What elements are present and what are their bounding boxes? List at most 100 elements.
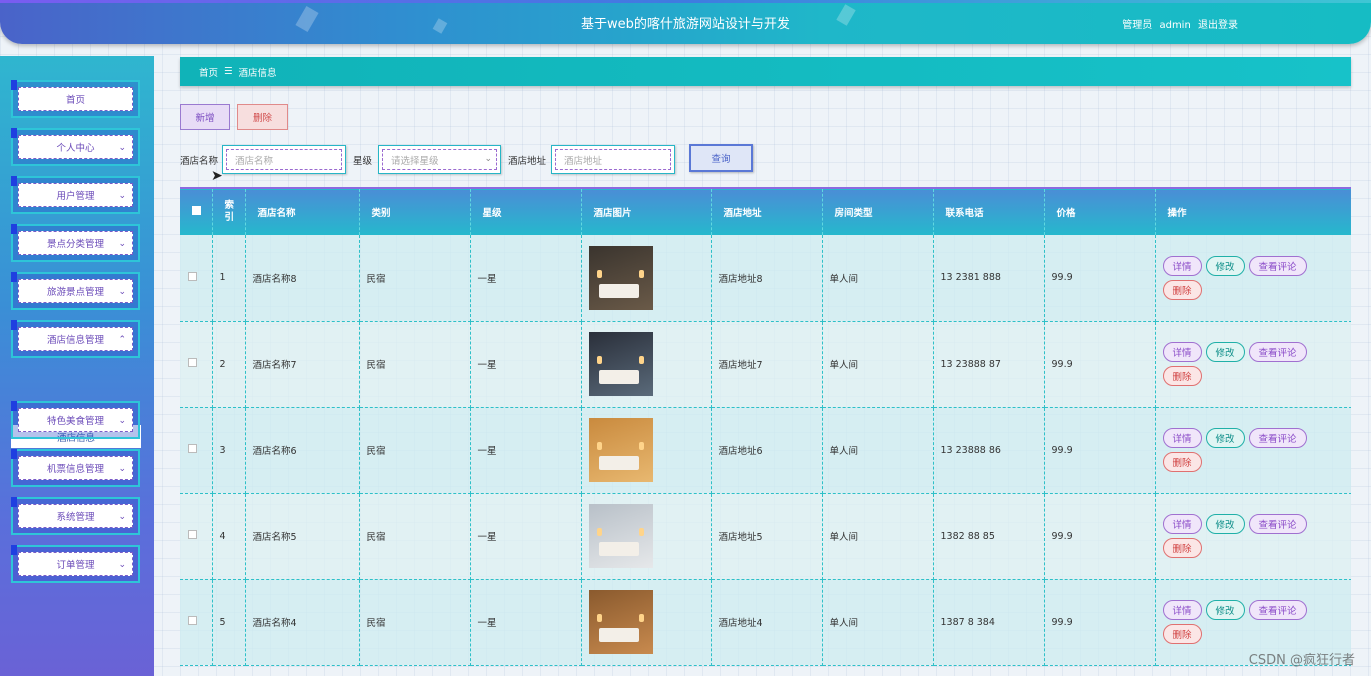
cell-price: 99.9 (1044, 493, 1156, 580)
chevron-down-icon: ⌄ (118, 191, 126, 201)
edit-button[interactable]: 修改 (1205, 514, 1245, 534)
detail-button[interactable]: 详情 (1162, 514, 1202, 534)
row-select[interactable] (180, 407, 213, 494)
table-header-row: 索引 酒店名称 类别 星级 酒店图片 酒店地址 房间类型 联系电话 价格 操作 (180, 188, 1351, 235)
sidebar-item-home[interactable]: 首页 (11, 80, 140, 118)
cell-category: 民宿 (359, 235, 471, 322)
detail-button[interactable]: 详情 (1162, 255, 1202, 276)
sidebar-item-orders[interactable]: 订单管理 ⌄ (11, 545, 140, 583)
view-reviews-button[interactable]: 查看评论 (1248, 600, 1307, 620)
chevron-down-icon: ⌄ (118, 143, 126, 153)
header-address: 酒店地址 (711, 188, 823, 235)
breadcrumb-home[interactable]: 首页 (199, 65, 218, 79)
hotel-name-input[interactable]: 酒店名称 (226, 149, 342, 170)
cell-actions: 详情 修改 查看评论 删除 (1155, 493, 1351, 580)
cell-name: 酒店名称5 (245, 493, 360, 580)
row-select[interactable] (180, 235, 213, 322)
sidebar-item-label: 用户管理 (56, 191, 95, 202)
view-reviews-button[interactable]: 查看评论 (1248, 428, 1307, 448)
role-label: 管理员 (1122, 20, 1153, 31)
header-star: 星级 (470, 188, 582, 235)
cell-image (581, 235, 712, 322)
sidebar-item-scenic-category[interactable]: 景点分类管理 ⌄ (11, 224, 140, 262)
hotel-address-field[interactable]: 酒店地址 (551, 145, 675, 174)
view-reviews-button[interactable]: 查看评论 (1248, 514, 1307, 534)
sidebar-item-hotels[interactable]: 酒店信息管理 ⌃ (11, 320, 140, 358)
cell-category: 民宿 (359, 407, 471, 494)
top-header: 基于web的喀什旅游网站设计与开发 管理员 admin 退出登录 (0, 0, 1371, 44)
delete-button[interactable]: 删除 (1162, 624, 1202, 644)
cell-room-type: 单人间 (822, 407, 934, 494)
sidebar-item-flights[interactable]: 机票信息管理 ⌄ (11, 449, 140, 487)
breadcrumb-current: 酒店信息 (238, 67, 277, 79)
cell-index: 5 (212, 579, 246, 666)
hotel-name-label: 酒店名称 (180, 156, 219, 167)
sidebar-item-users[interactable]: 用户管理 ⌄ (11, 176, 140, 214)
add-button[interactable]: 新增 (180, 104, 230, 130)
cell-star: 一星 (470, 579, 582, 666)
edit-button[interactable]: 修改 (1205, 428, 1245, 448)
row-select[interactable] (180, 579, 213, 666)
header-select-all[interactable] (180, 188, 213, 235)
checkbox-icon[interactable] (192, 206, 201, 215)
cell-address: 酒店地址8 (711, 235, 823, 322)
checkbox-icon[interactable] (188, 444, 197, 453)
logout-link[interactable]: 退出登录 (1198, 20, 1238, 31)
sidebar-item-label: 旅游景点管理 (46, 287, 104, 298)
sidebar: 首页 个人中心 ⌄ 用户管理 ⌄ 景点分类管理 ⌄ 旅游景点管理 ⌄ 酒店信息管理 ⌃ 酒… (0, 56, 154, 676)
edit-button[interactable]: 修改 (1205, 342, 1245, 362)
row-select[interactable] (180, 493, 213, 580)
checkbox-icon[interactable] (188, 271, 197, 281)
hotel-room-image (588, 245, 653, 310)
sidebar-item-scenic-spots[interactable]: 旅游景点管理 ⌄ (11, 272, 140, 310)
view-reviews-button[interactable]: 查看评论 (1248, 255, 1307, 276)
sidebar-item-system[interactable]: 系统管理 ⌄ (11, 497, 140, 535)
cell-price: 99.9 (1044, 321, 1156, 408)
cell-room-type: 单人间 (822, 579, 934, 666)
table-row: 3 酒店名称6 民宿 一星 酒店地址6 单人间 13 23888 86 99.9… (180, 407, 1351, 494)
checkbox-icon[interactable] (188, 530, 197, 539)
cell-name: 酒店名称7 (245, 321, 360, 408)
row-select[interactable] (180, 321, 213, 408)
cell-name: 酒店名称4 (245, 579, 360, 666)
cell-actions: 详情 修改 查看评论 删除 (1155, 321, 1351, 408)
cell-room-type: 单人间 (822, 235, 934, 322)
bulk-delete-button[interactable]: 删除 (237, 104, 288, 130)
edit-button[interactable]: 修改 (1205, 255, 1245, 276)
checkbox-icon[interactable] (188, 616, 197, 625)
detail-button[interactable]: 详情 (1162, 600, 1202, 620)
hotel-table: 索引 酒店名称 类别 星级 酒店图片 酒店地址 房间类型 联系电话 价格 操作 … (180, 187, 1351, 676)
header-image: 酒店图片 (581, 188, 712, 235)
checkbox-icon[interactable] (188, 358, 197, 367)
delete-button[interactable]: 删除 (1162, 366, 1202, 386)
view-reviews-button[interactable]: 查看评论 (1248, 342, 1307, 362)
star-select-placeholder[interactable]: 请选择星级 (382, 149, 497, 170)
header-actions: 操作 (1155, 188, 1351, 235)
delete-button[interactable]: 删除 (1162, 279, 1202, 300)
hotel-address-input[interactable]: 酒店地址 (555, 149, 671, 170)
cell-name: 酒店名称6 (245, 407, 360, 494)
cell-index: 4 (212, 493, 246, 580)
watermark: CSDN @疯狂行者 (1248, 653, 1355, 668)
cell-phone: 13 23888 86 (933, 407, 1045, 494)
detail-button[interactable]: 详情 (1162, 342, 1202, 362)
star-select[interactable]: 请选择星级 ⌄ (378, 145, 501, 174)
sidebar-item-label: 酒店信息管理 (46, 335, 104, 346)
delete-button[interactable]: 删除 (1162, 452, 1202, 472)
query-button[interactable]: 查询 (689, 144, 753, 172)
cell-star: 一星 (470, 321, 582, 408)
hotel-room-image (588, 504, 653, 568)
header-category: 类别 (359, 188, 471, 235)
hotel-room-image (588, 590, 653, 654)
cell-star: 一星 (470, 235, 582, 322)
edit-button[interactable]: 修改 (1205, 600, 1245, 620)
detail-button[interactable]: 详情 (1162, 428, 1202, 448)
delete-button[interactable]: 删除 (1162, 538, 1202, 558)
cell-image (581, 579, 712, 666)
hotel-name-field[interactable]: 酒店名称 (222, 145, 346, 174)
cell-phone: 13 2381 888 (933, 235, 1045, 322)
sidebar-item-profile[interactable]: 个人中心 ⌄ (11, 128, 140, 166)
sidebar-item-label: 首页 (65, 95, 85, 106)
cell-phone: 1387 8 384 (933, 579, 1045, 666)
sidebar-item-food[interactable]: 特色美食管理 ⌄ (11, 401, 140, 439)
